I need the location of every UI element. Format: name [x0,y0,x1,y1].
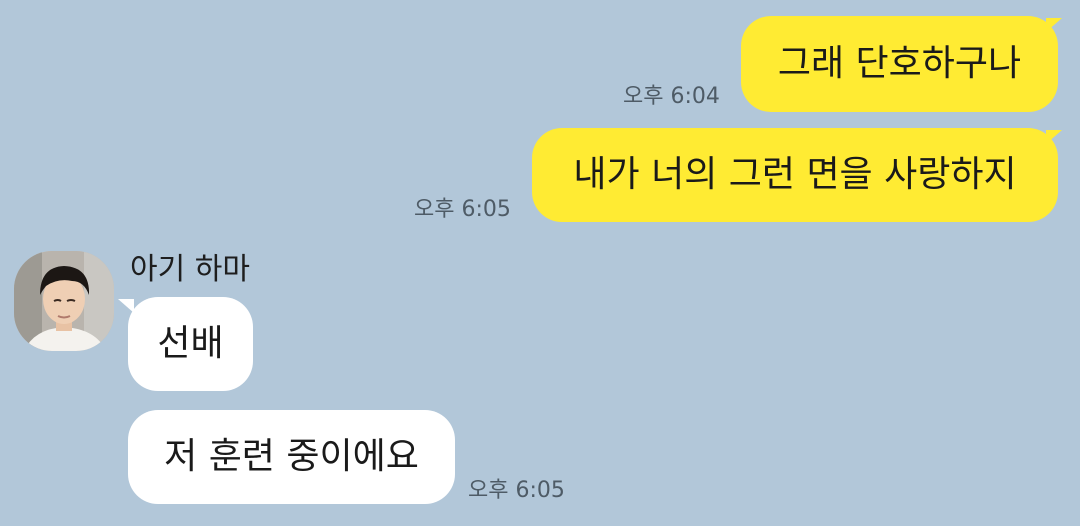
message-text: 저 훈련 중이에요 [164,436,419,477]
message-timestamp: 오후 6:05 [414,197,511,222]
their-message-bubble[interactable]: 선배 [128,297,253,391]
sender-avatar[interactable] [14,251,114,351]
sender-name: 아기 하마 [130,252,250,287]
message-text: 선배 [157,323,224,364]
message-text: 내가 너의 그런 면을 사랑하지 [573,154,1017,195]
message-text: 그래 단호하구나 [777,43,1022,84]
chat-room[interactable]: 그래 단호하구나 오후 6:04 내가 너의 그런 면을 사랑하지 오후 6:0… [0,0,1080,526]
my-message-bubble[interactable]: 내가 너의 그런 면을 사랑하지 [532,128,1058,222]
my-message-bubble[interactable]: 그래 단호하구나 [741,16,1058,112]
their-message-bubble[interactable]: 저 훈련 중이에요 [128,410,455,504]
message-timestamp: 오후 6:04 [623,84,720,109]
message-timestamp: 오후 6:05 [468,478,565,503]
profile-photo-avatar-icon [14,251,114,351]
